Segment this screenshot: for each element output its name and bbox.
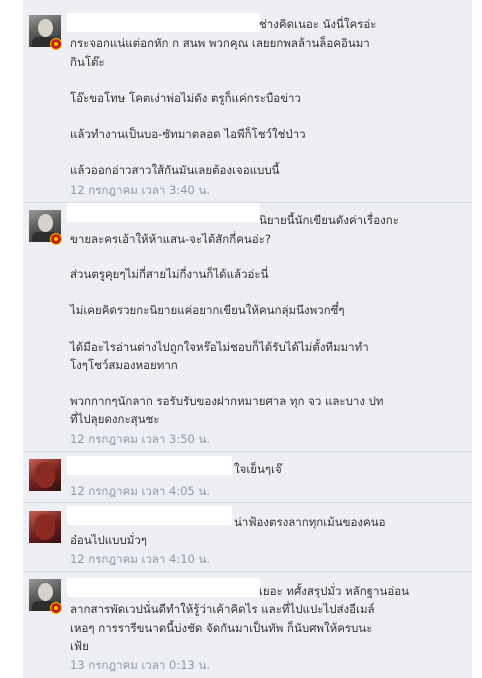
redacted-commenter-name — [67, 13, 260, 32]
comment-text: ใจเย็นๆเจ๊ — [234, 462, 282, 476]
comment-text: ไม่เคยคิดรวยกะนิยายแค่อยากเขียนให้คนกลุ่… — [70, 303, 345, 317]
comment-timestamp[interactable]: 12 กรกฎาคม เวลา 4:10 น. — [70, 551, 210, 569]
comment-text: ได้มีอะไรอ่านต่างไปถูกใจหร๊อไม่ชอบก็ได้ร… — [70, 340, 369, 354]
comment-text: กินโต๊ะ — [70, 55, 105, 69]
comment-text: ช่างคิดเนอะ นังนี่ใครอ่ะ — [259, 17, 377, 31]
comment-text: ส่วนตรูคุยๆไม่กี่สายไม่กี่งานก็ได้แล้วอ่… — [70, 267, 269, 281]
comment-timestamp[interactable]: 12 กรกฎาคม เวลา 3:40 น. — [70, 182, 210, 200]
comment-timestamp[interactable]: 12 กรกฎาคม เวลา 4:05 น. — [70, 483, 210, 501]
comment-text: กระจอกแน่แต่อกหัก ก สนพ พวกคุณ เลยยกพลล้… — [70, 36, 370, 50]
club-badge-icon — [50, 602, 62, 614]
comment-text: น่าฟ้องตรงลากทุกเม้นของคนอ — [234, 515, 386, 529]
comment-text: อ๋อนไปแบบมั่วๆ — [70, 533, 147, 547]
comment-divider — [23, 451, 472, 452]
comment-text: นิยายนี้นักเขียนดังค่าเรื่องกะ — [259, 213, 399, 227]
comment-text: ขายละครเอ้าให้ห้าแสน-จะได้สักกี่คนอ่ะ? — [70, 232, 271, 246]
commenter-avatar[interactable] — [29, 511, 61, 543]
comment-text: เยอะ ทศั้งสรุปมั่ว หลักฐานอ่อน — [259, 584, 410, 598]
commenter-avatar[interactable] — [29, 459, 61, 491]
comment-text: แล้วทำงานเป็นบอ-ซัทมาตลอด ไอพีก็โชว์ใช่ป… — [70, 127, 306, 141]
comment-text: พวกกากๆนักลาก รอรับรับของฝากหมายศาล ทุก … — [70, 394, 384, 408]
redacted-commenter-name — [67, 506, 232, 525]
comment-text: ที่ไปลุยดงกะสุนชะ — [70, 412, 160, 426]
comment-text: ลากสารพัดเวปนั่นดีทำให้รู้ว่าเค้าคิดไร แ… — [70, 602, 375, 616]
redacted-commenter-name — [67, 578, 260, 597]
club-badge-icon — [50, 38, 62, 50]
comment-divider — [23, 502, 472, 503]
comment-divider — [23, 571, 472, 572]
comment-timestamp[interactable]: 13 กรกฎาคม เวลา 0:13 น. — [70, 657, 210, 675]
redacted-commenter-name — [67, 456, 232, 475]
comment-text: เฟ้ย — [70, 639, 89, 653]
comment-text: โอ๊ะขอโทษ โคตเง่าพ่อไม่ดัง ตรูก็แค่กระบื… — [70, 91, 301, 105]
comment-timestamp[interactable]: 12 กรกฎาคม เวลา 3:50 น. — [70, 431, 210, 449]
club-badge-icon — [50, 233, 62, 245]
comment-text: โงๆโชว์สมองหอยทาก — [70, 358, 178, 372]
comment-text: เหอๆ การรารีขนาดนี้บ่งชัด จัดกันมาเป็นทั… — [70, 621, 373, 635]
comment-text: แล้วออกอ่าวสาวใส้กันมันเลยต้องเจอแบบนี้ — [70, 163, 280, 177]
redacted-commenter-name — [67, 203, 260, 222]
